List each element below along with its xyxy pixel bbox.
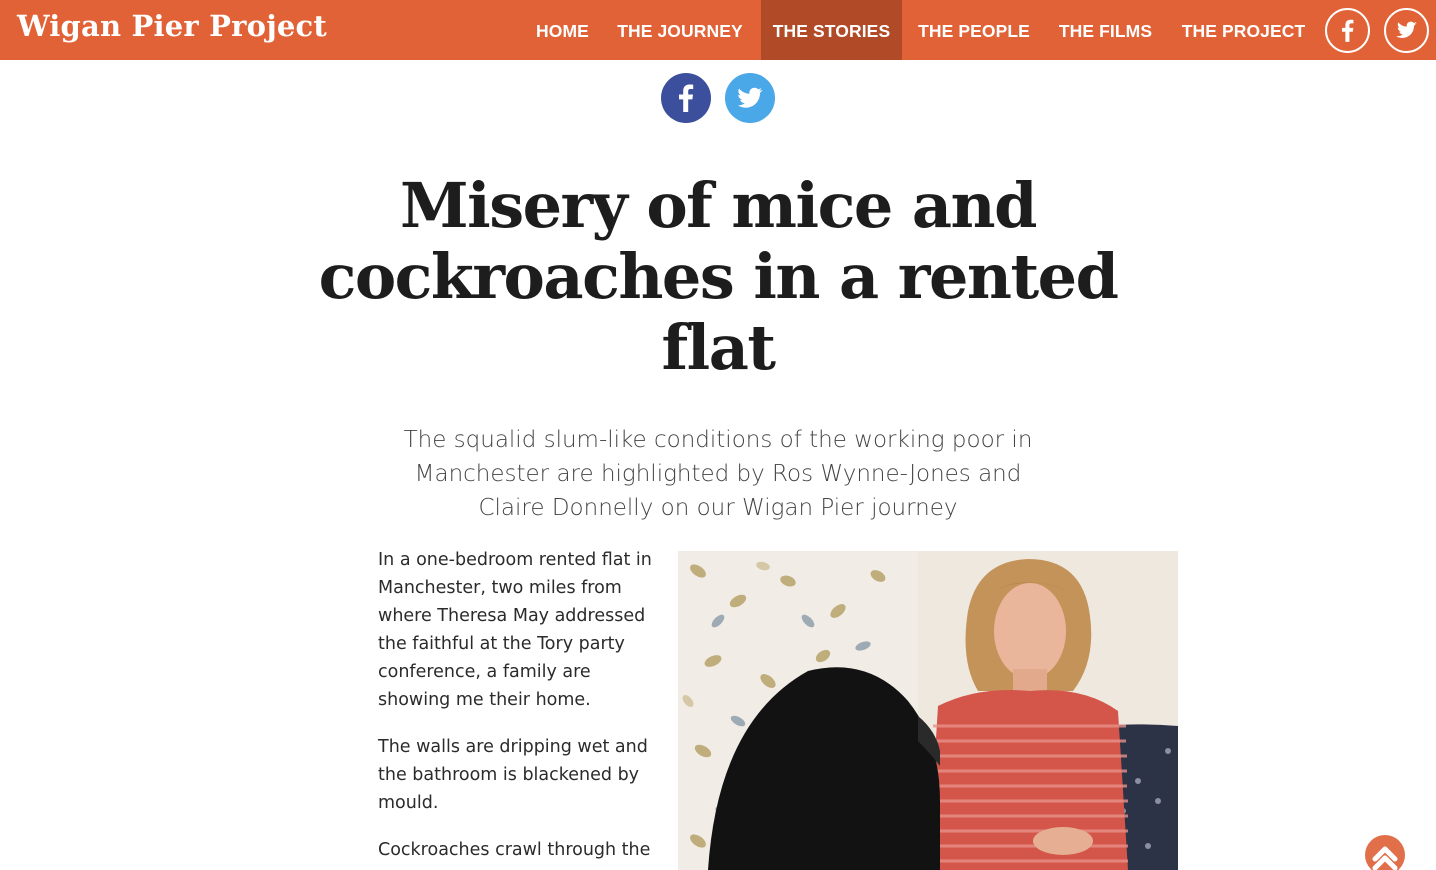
article-paragraph: The walls are dripping wet and the bathr… [378, 737, 648, 813]
nav-the-project[interactable]: THE PROJECT [1171, 0, 1316, 60]
top-navigation-bar: Wigan Pier Project HOME THE JOURNEY THE … [0, 0, 1436, 60]
chevron-up-icon [1372, 846, 1398, 870]
twitter-icon [738, 87, 763, 108]
article-body: In a one-bedroom rented flat in Manchest… [378, 546, 668, 870]
article-paragraph: In a one-bedroom rented flat in Manchest… [378, 550, 652, 710]
facebook-icon [679, 84, 694, 112]
share-facebook-button[interactable] [661, 73, 711, 123]
header-twitter-link[interactable] [1384, 8, 1429, 53]
facebook-icon [1342, 19, 1354, 42]
nav-the-journey[interactable]: THE JOURNEY [606, 0, 754, 60]
back-to-top-button[interactable] [1365, 835, 1405, 870]
nav-the-people[interactable]: THE PEOPLE [908, 0, 1040, 60]
article-headline: Misery of mice and cockroaches in a rent… [318, 169, 1119, 384]
nav-the-stories[interactable]: THE STORIES [761, 0, 902, 60]
share-twitter-button[interactable] [725, 73, 775, 123]
twitter-icon [1396, 21, 1417, 38]
nav-home[interactable]: HOME [526, 0, 599, 60]
header-facebook-link[interactable] [1325, 8, 1370, 53]
nav-the-films[interactable]: THE FILMS [1047, 0, 1164, 60]
article-photo [678, 551, 1178, 870]
site-logo[interactable]: Wigan Pier Project [17, 9, 327, 43]
article-paragraph: Cockroaches crawl through the [378, 840, 651, 860]
article-standfirst: The squalid slum-like conditions of the … [403, 427, 1033, 521]
